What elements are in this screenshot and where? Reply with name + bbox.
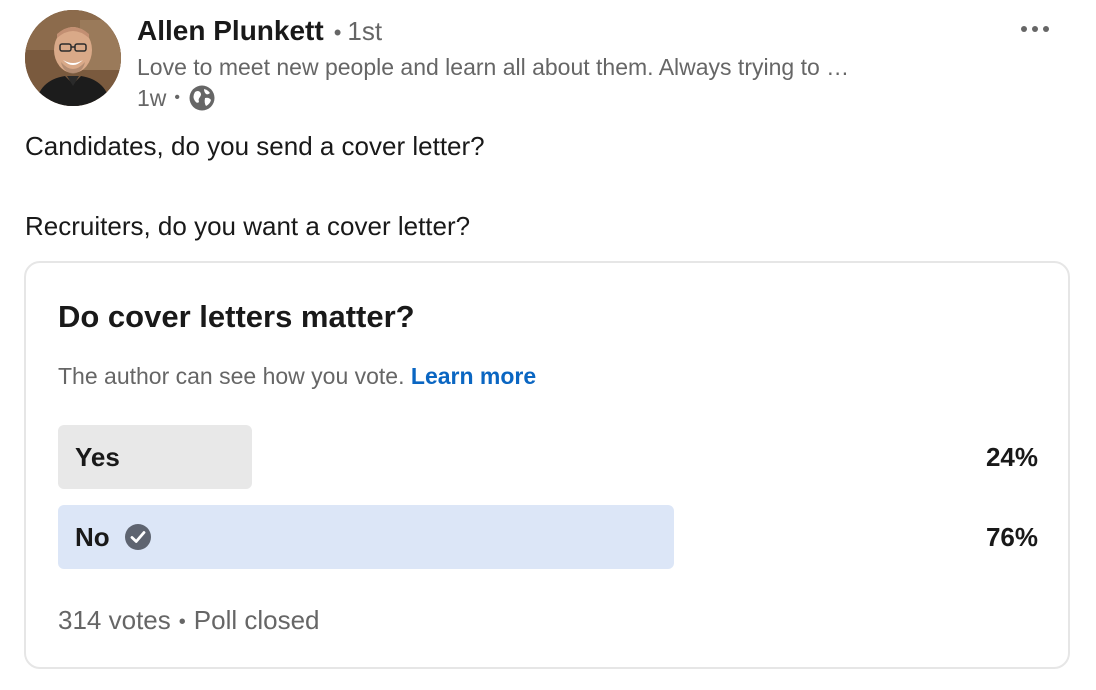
poll-privacy-note: The author can see how you vote. Learn m… bbox=[58, 363, 536, 390]
check-circle-icon bbox=[124, 523, 152, 551]
poll-option-label: Yes bbox=[75, 441, 120, 472]
author-headline[interactable]: Love to meet new people and learn all ab… bbox=[137, 51, 957, 83]
poll-option-label-wrap: No bbox=[75, 505, 152, 569]
learn-more-link[interactable]: Learn more bbox=[411, 363, 536, 389]
ellipsis-icon bbox=[1021, 26, 1049, 32]
separator-dot: • bbox=[174, 88, 181, 106]
connection-degree: 1st bbox=[347, 16, 383, 46]
post-text-line: Candidates, do you send a cover letter? bbox=[25, 131, 485, 161]
more-options-button[interactable] bbox=[1015, 14, 1055, 44]
poll-status: Poll closed bbox=[193, 605, 320, 635]
author-name[interactable]: Allen Plunkett bbox=[137, 15, 324, 46]
poll-question: Do cover letters matter? bbox=[58, 299, 415, 334]
poll-footer: 314 votes • Poll closed bbox=[58, 605, 320, 636]
poll-option-yes: Yes 24% bbox=[58, 425, 1038, 489]
poll-option-percent: 24% bbox=[985, 442, 1038, 472]
post-meta: 1w • bbox=[137, 83, 957, 113]
separator-dot: • bbox=[178, 610, 186, 633]
profile-photo bbox=[25, 10, 121, 106]
poll-privacy-text: The author can see how you vote. bbox=[58, 363, 405, 389]
author-block: Allen Plunkett • 1st Love to meet new peop… bbox=[137, 14, 957, 113]
separator-dot: • bbox=[333, 19, 342, 45]
poll-option-percent: 76% bbox=[985, 522, 1038, 552]
poll-option-no: No 76% bbox=[58, 505, 1038, 569]
poll-votes-count[interactable]: 314 votes bbox=[58, 605, 171, 635]
globe-icon bbox=[188, 84, 216, 112]
post-time[interactable]: 1w bbox=[137, 83, 166, 113]
avatar[interactable] bbox=[25, 10, 121, 106]
post-header: Allen Plunkett • 1st Love to meet new peop… bbox=[25, 10, 1075, 113]
poll-card: Do cover letters matter? The author can … bbox=[24, 261, 1070, 669]
poll-option-label-wrap: Yes bbox=[75, 425, 120, 489]
poll-option-label: No bbox=[75, 521, 110, 552]
author-line: Allen Plunkett • 1st bbox=[137, 14, 957, 50]
post-text-line: Recruiters, do you want a cover letter? bbox=[25, 211, 471, 241]
